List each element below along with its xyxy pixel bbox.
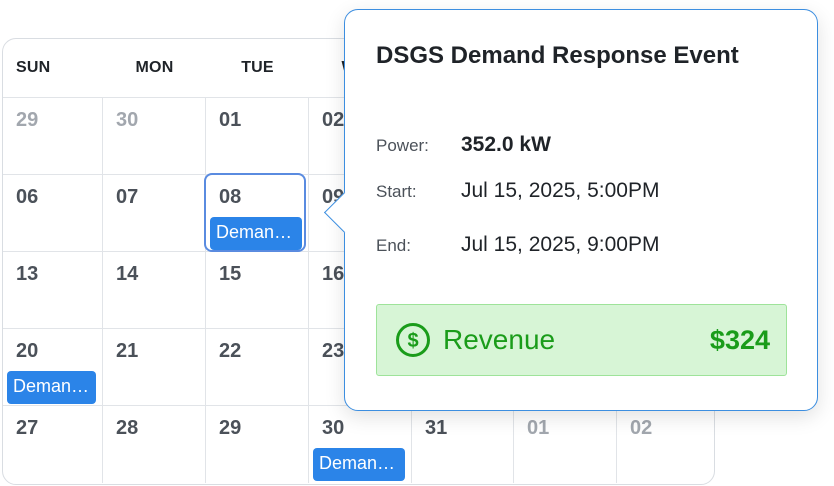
end-value: Jul 15, 2025, 9:00PM [461,233,660,256]
end-label: End: [376,236,411,255]
day-cell[interactable]: 07 [103,175,206,252]
day-cell[interactable]: 14 [103,252,206,329]
revenue-banner: $ Revenue $324 [376,304,787,376]
day-number: 30 [322,417,345,439]
day-cell[interactable]: 08 Demand Response [204,173,309,252]
day-number: 01 [219,109,242,131]
day-number: 16 [322,263,345,285]
day-number: 31 [425,417,448,439]
day-number: 06 [16,186,39,208]
day-number: 22 [219,340,242,362]
power-value: 352.0 kW [461,133,551,156]
day-number: 02 [630,417,653,439]
event-details-popover: DSGS Demand Response Event Power: 352.0 … [344,9,818,411]
day-cell[interactable]: 13 [3,252,103,329]
power-label: Power: [376,136,429,155]
start-label: Start: [376,182,417,201]
event-chip[interactable]: Demand Response [313,448,405,481]
day-number: 15 [219,263,242,285]
day-cell[interactable]: 06 [3,175,103,252]
revenue-label: Revenue [443,324,556,355]
revenue-amount: $324 [709,324,770,355]
day-cell[interactable]: 01 [514,406,617,483]
day-number: 08 [219,186,242,208]
day-number: 21 [116,340,139,362]
start-value: Jul 15, 2025, 5:00PM [461,179,660,202]
day-cell[interactable]: 15 [206,252,309,329]
event-title: DSGS Demand Response Event [376,42,739,69]
day-number: 23 [322,340,345,362]
day-cell[interactable]: 01 [206,98,309,175]
day-number: 14 [116,263,139,285]
day-number: 02 [322,109,345,131]
day-cell[interactable]: 31 [412,406,514,483]
day-cell[interactable]: 29 [206,406,309,483]
day-number: 28 [116,417,139,439]
event-chip[interactable]: Demand Response [210,217,302,250]
day-number: 29 [16,109,39,131]
day-number: 27 [16,417,39,439]
day-cell[interactable]: 20 Demand Response [3,329,103,406]
day-cell[interactable]: 30 Demand Response [309,406,412,483]
power-row: Power: 352.0 kW [376,133,551,157]
day-cell[interactable]: 21 [103,329,206,406]
day-cell[interactable]: 28 [103,406,206,483]
end-row: End: Jul 15, 2025, 9:00PM [376,233,659,257]
weekday-tue: TUE [241,59,274,76]
start-row: Start: Jul 15, 2025, 5:00PM [376,179,659,203]
day-number: 07 [116,186,139,208]
day-cell[interactable]: 29 [3,98,103,175]
event-chip[interactable]: Demand Response [7,371,96,404]
day-cell[interactable]: 02 [617,406,714,483]
day-number: 29 [219,417,242,439]
day-cell[interactable]: 22 [206,329,309,406]
day-number: 13 [16,263,39,285]
weekday-mon: MON [135,59,174,76]
svg-text:$: $ [407,330,418,352]
day-cell[interactable]: 30 [103,98,206,175]
day-number: 20 [16,340,39,362]
weekday-sun: SUN [16,59,51,76]
dollar-circle-icon: $ [395,322,431,358]
day-cell[interactable]: 27 [3,406,103,483]
day-number: 30 [116,109,139,131]
day-number: 01 [527,417,550,439]
